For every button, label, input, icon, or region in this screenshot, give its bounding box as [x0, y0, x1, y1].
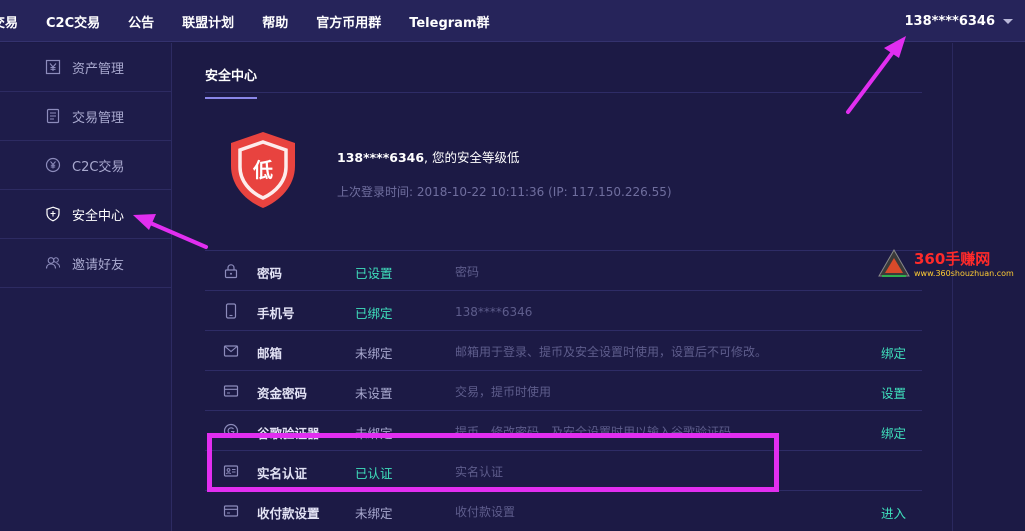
bind-google-auth-button[interactable]: 绑定: [881, 423, 906, 442]
top-navigation-bar: 交易 C2C交易 公告 联盟计划 帮助 官方币用群 Telegram群 138*…: [0, 0, 1025, 42]
watermark-title: 360手赚网: [914, 250, 991, 268]
right-side-area: [952, 43, 1025, 531]
watermark-logo: 360手赚网 www.360shouzhuan.com: [876, 246, 1022, 282]
set-fund-password-button[interactable]: 设置: [881, 383, 906, 402]
highlight-box: [207, 433, 779, 492]
nav-item-affiliate[interactable]: 联盟计划: [182, 12, 234, 31]
security-level-text: 138****6346, 您的安全等级低: [337, 147, 519, 166]
security-row-email: 邮箱 未绑定 邮箱用于登录、提币及安全设置时使用，设置后不可修改。 绑定: [205, 330, 922, 370]
sidebar-item-trades[interactable]: 交易管理: [0, 92, 171, 141]
row-status: 已绑定: [355, 306, 393, 321]
row-name: 手机号: [257, 306, 295, 321]
sidebar-item-label: C2C交易: [72, 159, 125, 175]
security-phone: 138****6346: [337, 150, 425, 165]
row-description: 收付款设置: [455, 504, 516, 519]
document-icon: [45, 108, 61, 124]
nav-item-official-group[interactable]: 官方币用群: [316, 12, 381, 31]
nav-item-help[interactable]: 帮助: [262, 12, 288, 31]
tab-bar: 安全中心: [205, 43, 922, 99]
tab-security-center[interactable]: 安全中心: [205, 65, 258, 99]
row-name: 收付款设置: [257, 506, 320, 521]
security-level-char: 低: [253, 158, 273, 182]
lock-icon: [222, 262, 240, 280]
row-description: 138****6346: [455, 304, 533, 319]
top-nav-menu: 交易 C2C交易 公告 联盟计划 帮助 官方币用群 Telegram群: [0, 0, 518, 42]
row-description: 邮箱用于登录、提币及安全设置时使用，设置后不可修改。: [455, 344, 768, 359]
security-level-suffix: , 您的安全等级低: [424, 150, 520, 165]
row-status: 未设置: [355, 386, 393, 401]
sidebar-item-label: 资产管理: [72, 61, 125, 77]
nav-item-telegram[interactable]: Telegram群: [409, 12, 489, 31]
enter-payment-settings-button[interactable]: 进入: [881, 503, 906, 522]
yen-circle-icon: [45, 157, 61, 173]
row-description: 交易，提币时使用: [455, 384, 552, 399]
bind-email-button[interactable]: 绑定: [881, 343, 906, 362]
security-row-password: 密码 已设置 密码: [205, 250, 922, 290]
nav-item-trade[interactable]: 交易: [0, 12, 18, 31]
user-menu[interactable]: 138****6346: [904, 0, 1013, 42]
security-level-shield: 低: [228, 130, 298, 210]
shield-icon: [45, 206, 61, 222]
sidebar: 资产管理 交易管理 C2C交易 安全中心 邀请好友: [0, 43, 172, 531]
row-status: 未绑定: [355, 346, 393, 361]
row-status: 未绑定: [355, 506, 393, 521]
row-name: 邮箱: [257, 346, 283, 361]
sidebar-item-label: 交易管理: [72, 110, 125, 126]
sidebar-item-c2c[interactable]: C2C交易: [0, 141, 171, 190]
sidebar-item-label: 安全中心: [72, 208, 125, 224]
card-icon: [222, 502, 240, 520]
mobile-phone-icon: [222, 302, 240, 320]
sidebar-item-invite[interactable]: 邀请好友: [0, 239, 171, 288]
user-name: 138****6346: [904, 13, 995, 29]
nav-item-c2c[interactable]: C2C交易: [46, 12, 100, 31]
row-status: 已设置: [355, 266, 393, 281]
security-row-fund-password: 资金密码 未设置 交易，提币时使用 设置: [205, 370, 922, 410]
security-row-phone: 手机号 已绑定 138****6346: [205, 290, 922, 330]
yen-box-icon: [45, 59, 61, 75]
sidebar-item-label: 邀请好友: [72, 257, 125, 273]
watermark-url: www.360shouzhuan.com: [914, 269, 1014, 278]
sidebar-item-assets[interactable]: 资产管理: [0, 43, 171, 92]
security-row-payment: 收付款设置 未绑定 收付款设置 进入: [205, 490, 922, 530]
last-login-info: 上次登录时间: 2018-10-22 10:11:36 (IP: 117.150…: [337, 185, 672, 199]
mail-icon: [222, 342, 240, 360]
card-icon: [222, 382, 240, 400]
nav-item-announcement[interactable]: 公告: [128, 12, 154, 31]
sidebar-item-security[interactable]: 安全中心: [0, 190, 171, 239]
users-icon: [45, 255, 61, 271]
row-name: 资金密码: [257, 386, 308, 401]
row-name: 密码: [257, 266, 283, 281]
chevron-down-icon: [1003, 18, 1013, 24]
row-description: 密码: [455, 264, 480, 279]
